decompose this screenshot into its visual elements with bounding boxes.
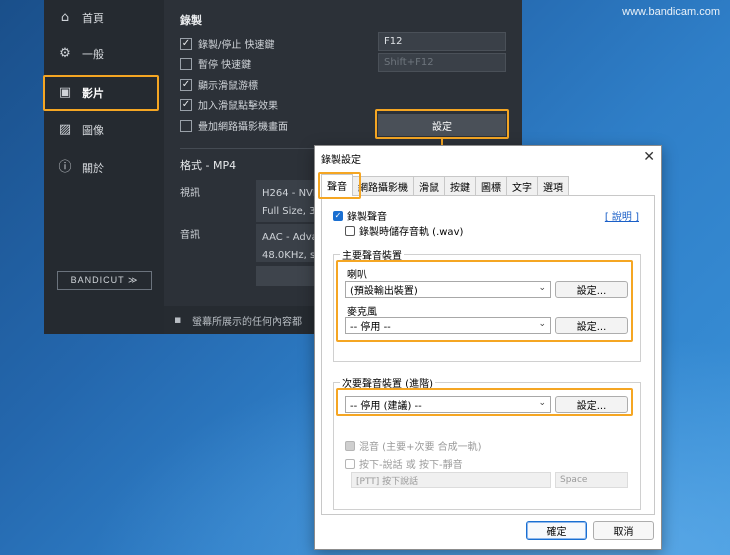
tab-mouse[interactable]: 滑鼠 [413, 176, 445, 196]
highlight-settings-button [375, 109, 509, 139]
record-settings-dialog: 錄製設定 ✕ 聲音 網路攝影機 滑鼠 按鍵 圖標 文字 選項 ✓ 錄製聲音 錄製時… [314, 145, 662, 550]
checkbox-checked[interactable]: ✓ [180, 78, 192, 91]
format-section-title: 格式 - MP4 [180, 159, 237, 172]
highlight-video-tab [43, 75, 159, 111]
close-icon[interactable]: ✕ [643, 149, 655, 165]
tab-sound[interactable]: 聲音 [321, 174, 353, 196]
mix-option[interactable]: 混音 (主要+次要 合成一軌) [345, 438, 482, 453]
checkbox-unchecked[interactable] [345, 225, 355, 236]
pause-hotkey-field[interactable]: Shift+F12 [378, 53, 506, 72]
option-label: 疊加網路攝影機畫面 [198, 122, 288, 133]
status-text: 螢幕所展示的任何內容都 [192, 316, 302, 328]
chat-icon: ▪ [174, 313, 182, 326]
option-label: 錄製聲音 [347, 212, 387, 223]
record-section-title: 錄製 [180, 14, 202, 27]
sidebar-item-general[interactable]: ⚙ 一般 [44, 36, 164, 72]
checkbox-unchecked[interactable] [180, 119, 192, 132]
ptt-mode-select[interactable]: [PTT] 按下說話 [351, 472, 551, 488]
ptt-option[interactable]: 按下-說話 或 按下-靜音 [345, 456, 463, 471]
dialog-title: 錄製設定 [321, 154, 361, 166]
image-icon: ▨ [58, 122, 72, 137]
option-webcam-overlay[interactable]: 疊加網路攝影機畫面 [180, 118, 288, 133]
checkbox-checked[interactable]: ✓ [333, 210, 343, 221]
video-label: 視訊 [180, 188, 200, 199]
checkbox-disabled[interactable] [345, 440, 355, 451]
sidebar-item-home[interactable]: ⌂ 首頁 [44, 0, 164, 36]
tab-text[interactable]: 文字 [506, 176, 538, 196]
home-icon: ⌂ [60, 10, 70, 25]
highlight-primary-devices [336, 260, 633, 342]
option-pause-hotkey[interactable]: 暫停 快速鍵 [180, 56, 251, 71]
highlight-secondary-device [336, 388, 633, 416]
option-show-cursor[interactable]: ✓ 顯示滑鼠游標 [180, 77, 258, 92]
checkbox-disabled[interactable] [345, 458, 355, 469]
cancel-button[interactable]: 取消 [593, 521, 654, 540]
tab-options[interactable]: 選項 [537, 176, 569, 196]
tab-keys[interactable]: 按鍵 [444, 176, 476, 196]
sidebar-item-label: 圖像 [82, 124, 104, 137]
record-audio-option[interactable]: ✓ 錄製聲音 [333, 208, 387, 223]
gear-icon: ⚙ [59, 46, 71, 61]
ok-button[interactable]: 確定 [526, 521, 587, 540]
help-link[interactable]: [ 說明 ] [605, 208, 639, 223]
record-hotkey-field[interactable]: F12 [378, 32, 506, 51]
checkbox-checked[interactable]: ✓ [180, 98, 192, 111]
tab-webcam[interactable]: 網路攝影機 [352, 176, 414, 196]
tab-logo[interactable]: 圖標 [475, 176, 507, 196]
checkbox-unchecked[interactable] [180, 57, 192, 70]
audio-label: 音訊 [180, 230, 200, 241]
watermark: www.bandicam.com [622, 6, 720, 18]
save-wav-option[interactable]: 錄製時儲存音軌 (.wav) [345, 223, 463, 238]
option-label: 混音 (主要+次要 合成一軌) [359, 442, 482, 453]
sidebar-item-image[interactable]: ▨ 圖像 [44, 112, 164, 148]
sidebar-item-about[interactable]: ⓘ 關於 [44, 150, 164, 186]
sidebar-item-label: 一般 [82, 48, 104, 61]
checkbox-checked[interactable]: ✓ [180, 37, 192, 50]
option-record-hotkey[interactable]: ✓ 錄製/停止 快速鍵 [180, 36, 275, 51]
option-label: 錄製/停止 快速鍵 [198, 40, 275, 51]
option-label: 按下-說話 或 按下-靜音 [359, 460, 463, 471]
option-label: 加入滑鼠點擊效果 [198, 101, 278, 112]
ptt-key-field[interactable]: Space [555, 472, 628, 488]
bandicut-button[interactable]: BANDICUT ≫ [57, 271, 152, 290]
sidebar-item-label: 關於 [82, 162, 104, 175]
info-icon: ⓘ [58, 160, 72, 175]
sidebar: ⌂ 首頁 ⚙ 一般 ▣ 影片 ▨ 圖像 ⓘ 關於 BANDICUT ≫ [44, 0, 164, 334]
option-label: 顯示滑鼠游標 [198, 81, 258, 92]
sidebar-item-label: 首頁 [82, 12, 104, 25]
option-label: 暫停 快速鍵 [198, 60, 252, 71]
option-click-effect[interactable]: ✓ 加入滑鼠點擊效果 [180, 97, 278, 112]
option-label: 錄製時儲存音軌 (.wav) [359, 227, 464, 238]
